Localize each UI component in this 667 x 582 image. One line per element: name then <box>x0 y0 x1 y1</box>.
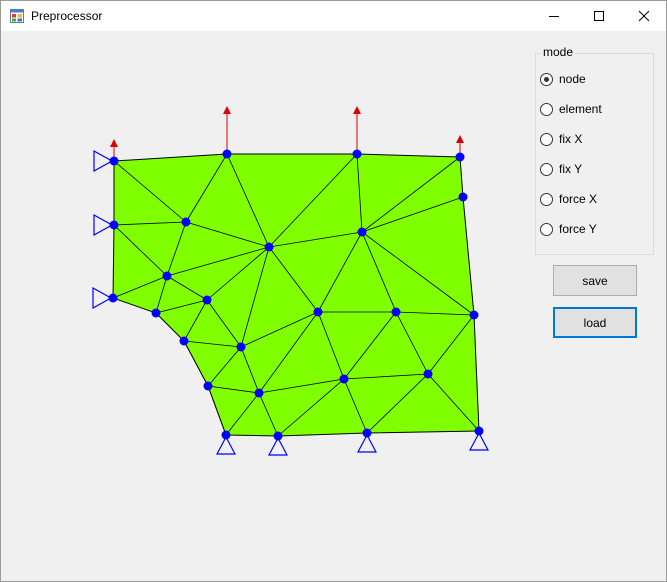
save-button[interactable]: save <box>553 265 637 296</box>
mesh-node <box>391 307 401 317</box>
mesh-node <box>236 342 246 352</box>
mode-group-label: mode <box>541 45 576 59</box>
mesh-node <box>151 308 161 318</box>
window-title: Preprocessor <box>31 9 103 23</box>
mesh-node <box>181 217 191 227</box>
radio-label-fix-y: fix Y <box>559 162 583 176</box>
radio-circle-icon <box>540 192 553 206</box>
mesh-node <box>222 149 232 159</box>
minimize-glyph-icon <box>549 16 559 17</box>
mesh-node <box>474 426 484 436</box>
fix-x-support-icon <box>93 149 114 173</box>
mesh-node <box>221 430 231 440</box>
mesh-node <box>357 227 367 237</box>
radio-circle-icon <box>540 72 553 86</box>
radio-circle-icon <box>540 102 553 116</box>
fix-y-support-icon <box>357 433 377 453</box>
fix-y-support-icon <box>216 435 236 455</box>
mesh-node <box>458 192 468 202</box>
radio-element[interactable]: element <box>540 101 602 117</box>
fix-y-support-icon <box>469 431 489 451</box>
radio-node[interactable]: node <box>540 71 586 87</box>
close-icon <box>638 10 650 22</box>
mesh-node <box>362 428 372 438</box>
mesh-node <box>352 149 362 159</box>
radio-label-force-y: force Y <box>559 222 597 236</box>
force-y-arrow-icon <box>223 106 231 114</box>
minimize-btn[interactable] <box>531 1 577 31</box>
force-y-arrow-icon <box>353 106 361 114</box>
mesh-node <box>109 156 119 166</box>
radio-label-element: element <box>559 102 602 116</box>
mesh-node <box>202 295 212 305</box>
radio-fix-x[interactable]: fix X <box>540 131 582 147</box>
fix-y-support-icon <box>268 436 288 456</box>
maximize-button[interactable] <box>576 1 622 31</box>
radio-circle-icon <box>540 132 553 146</box>
radio-force-y[interactable]: force Y <box>540 221 597 237</box>
mesh-body <box>112 153 480 437</box>
radio-circle-icon <box>540 162 553 176</box>
preprocessor-window: Preprocessor mode node element fix X fix… <box>0 0 667 582</box>
mesh-node <box>108 293 118 303</box>
fix-x-support-icon <box>92 286 113 310</box>
mesh-node <box>179 336 189 346</box>
mesh-node <box>339 374 349 384</box>
mesh-canvas[interactable] <box>1 31 531 581</box>
mesh-node <box>264 242 274 252</box>
radio-label-fix-x: fix X <box>559 132 583 146</box>
mesh-node <box>423 369 433 379</box>
mesh-node <box>469 310 479 320</box>
radio-fix-y[interactable]: fix Y <box>540 161 582 177</box>
mesh-node <box>273 431 283 441</box>
close-button[interactable] <box>621 1 667 31</box>
mesh-node <box>162 271 172 281</box>
force-y-arrow-icon <box>110 139 118 147</box>
maximize-icon <box>594 11 604 21</box>
radio-checked-dot <box>544 76 549 82</box>
radio-force-x[interactable]: force X <box>540 191 597 207</box>
load-button[interactable]: load <box>553 307 637 338</box>
radio-label-force-x: force X <box>559 192 598 206</box>
radio-label-node: node <box>559 72 586 86</box>
fix-x-support-icon <box>93 213 114 237</box>
force-y-arrow-icon <box>456 135 464 143</box>
radio-circle-icon <box>540 222 553 236</box>
app-icon <box>10 9 24 23</box>
mesh-node <box>203 381 213 391</box>
mesh-node <box>254 388 264 398</box>
mesh-node <box>313 307 323 317</box>
mesh-node <box>109 220 119 230</box>
mesh-node <box>455 152 465 162</box>
